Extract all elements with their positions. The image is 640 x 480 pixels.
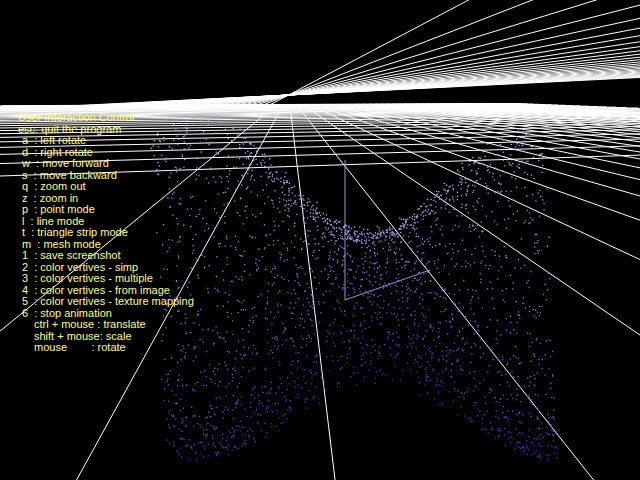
- axes: [345, 160, 430, 300]
- help-line: a : left rotate: [18, 135, 194, 147]
- help-title: User Interaction Control: [18, 112, 194, 124]
- help-line: 1 : save screenshot: [18, 250, 194, 262]
- help-line: l : line mode: [18, 216, 194, 228]
- help-line: 3 : color vertives - multiple: [18, 273, 194, 285]
- app-window: User Interaction Controlesc: quit the pr…: [0, 0, 640, 480]
- help-line: q : zoom out: [18, 181, 194, 193]
- help-overlay: User Interaction Controlesc: quit the pr…: [18, 112, 194, 354]
- ground-grid: [0, 0, 640, 480]
- help-line: esc: quit the program: [18, 124, 194, 136]
- help-line: p : point mode: [18, 204, 194, 216]
- help-line: w : move forward: [18, 158, 194, 170]
- help-line: 4 : color vertives - from image: [18, 285, 194, 297]
- help-line: mouse : rotate: [18, 342, 194, 354]
- help-line: d : right rotate: [18, 147, 194, 159]
- help-line: 5 : color vertives - texture mapping: [18, 296, 194, 308]
- help-line: shift + mouse: scale: [18, 331, 194, 343]
- help-line: 2 : color vertives - simp: [18, 262, 194, 274]
- help-line: s : move backward: [18, 170, 194, 182]
- help-line: ctrl + mouse : translate: [18, 319, 194, 331]
- help-line: m : mesh mode: [18, 239, 194, 251]
- point-cloud: [151, 115, 560, 460]
- help-line: z : zoom in: [18, 193, 194, 205]
- help-line: 6 : stop animation: [18, 308, 194, 320]
- help-line: t : triangle strip mode: [18, 227, 194, 239]
